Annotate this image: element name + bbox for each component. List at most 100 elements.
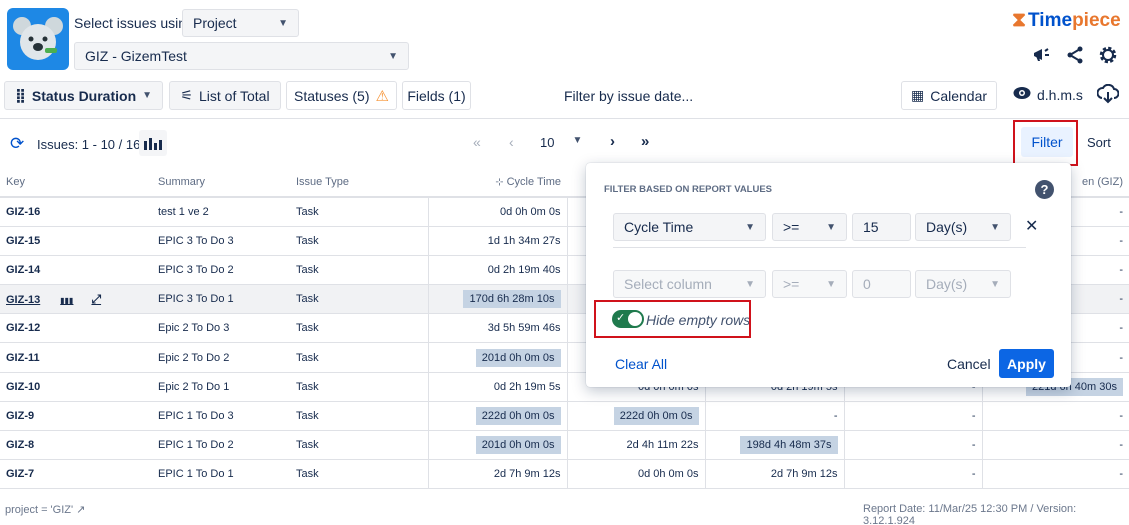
next-page-icon[interactable]: ›	[610, 133, 615, 150]
gear-icon[interactable]	[1097, 44, 1119, 66]
page-size-select[interactable]: 10 ▼	[540, 135, 582, 150]
table-row[interactable]: GIZ-9 EPIC 1 To Do 3 Task 222d 0h 0m 0s 222d…	[0, 401, 1129, 432]
issue-type-text: Task	[296, 234, 319, 247]
cycle-time-cell: 2d 7h 9m 12s	[427, 459, 567, 490]
status-2-cell-text: 2d 4h 11m 22s	[626, 439, 699, 452]
status-3-cell: 2d 7h 9m 12s	[704, 459, 844, 490]
announcement-icon[interactable]	[1031, 45, 1051, 65]
cancel-button[interactable]: Cancel	[947, 356, 991, 372]
jql-footer[interactable]: project = 'GIZ' ↗	[5, 503, 85, 516]
issue-key[interactable]: GIZ-14	[0, 255, 152, 286]
chevron-down-icon: ▼	[990, 278, 1000, 290]
sliders-icon: ⚟	[180, 87, 193, 103]
table-row[interactable]: GIZ-7 EPIC 1 To Do 1 Task 2d 7h 9m 12s 0d 0h…	[0, 459, 1129, 490]
status-5-cell: -	[981, 459, 1129, 490]
status-5-cell: -	[981, 430, 1129, 461]
status-4-cell-text: -	[971, 409, 976, 422]
status-5-cell-text: -	[1119, 263, 1123, 276]
time-format-toggle[interactable]: d.h.m.s	[1013, 86, 1083, 103]
chevron-down-icon: ▼	[278, 17, 288, 29]
cycle-time-cell-text: 0d 2h 19m 40s	[487, 263, 561, 276]
issue-type-text: Task	[296, 351, 319, 364]
app-logo	[7, 8, 69, 70]
status-3-cell-text: 198d 4h 48m 37s	[740, 436, 838, 455]
sort-button[interactable]: Sort	[1087, 135, 1111, 150]
cycle-time-cell: 1d 1h 34m 27s	[427, 226, 567, 256]
issue-type: Task	[290, 197, 428, 227]
col-cycle-time[interactable]: ⊹ Cycle Time	[428, 167, 567, 198]
status-3-cell-text: 2d 7h 9m 12s	[770, 468, 838, 481]
filter-unit-select[interactable]: Day(s) ▼	[915, 213, 1011, 241]
issue-key[interactable]: GIZ-13 ▮▮▮ ⤢	[0, 284, 152, 315]
cycle-time-cell-text: 3d 5h 59m 46s	[487, 322, 561, 335]
issues-count: Issues: 1 - 10 / 16	[37, 137, 141, 152]
issue-key[interactable]: GIZ-9	[0, 401, 152, 432]
new-filter-operator-select[interactable]: >= ▼	[772, 270, 847, 298]
filter-value-input[interactable]: 15	[852, 213, 911, 241]
last-page-icon[interactable]: »	[641, 133, 649, 150]
issue-type: Task	[290, 401, 428, 432]
issue-type: Task	[290, 313, 428, 344]
issue-key[interactable]: GIZ-7	[0, 459, 152, 490]
chart-toggle-icon[interactable]	[139, 130, 167, 156]
help-icon[interactable]: ?	[1035, 180, 1054, 199]
new-filter-value-placeholder: 0	[863, 276, 871, 292]
issue-key[interactable]: GIZ-15	[0, 226, 152, 256]
status-5-cell-text: -	[1119, 468, 1123, 481]
issue-type: Task	[290, 284, 428, 315]
list-of-total-button[interactable]: ⚟ List of Total	[169, 81, 281, 110]
status-4-cell: -	[843, 459, 982, 490]
issue-key[interactable]: GIZ-16	[0, 197, 152, 227]
col-cycle-time-label: Cycle Time	[506, 175, 561, 188]
chevron-down-icon: ▼	[745, 278, 755, 290]
fields-button[interactable]: Fields (1)	[402, 81, 471, 110]
col-summary[interactable]: Summary	[152, 167, 290, 198]
filter-highlight	[1013, 120, 1078, 166]
new-filter-column-select[interactable]: Select column ▼	[613, 270, 766, 298]
issue-type: Task	[290, 430, 428, 461]
share-icon[interactable]	[1065, 45, 1085, 65]
issue-summary: EPIC 3 To Do 3	[152, 226, 290, 256]
view-select[interactable]: ⣿ Status Duration ▼	[4, 81, 163, 110]
source-select[interactable]: Project ▼	[182, 9, 299, 37]
cycle-time-cell-text: 0d 2h 19m 5s	[493, 380, 561, 393]
hourglass-icon: ⧗	[1012, 9, 1027, 31]
issue-summary: test 1 ve 2	[152, 197, 290, 227]
cycle-time-cell: 0d 2h 19m 5s	[427, 372, 567, 402]
prev-page-icon[interactable]: ‹	[509, 134, 514, 150]
issue-summary: EPIC 3 To Do 2	[152, 255, 290, 286]
cycle-time-cell: 222d 0h 0m 0s	[427, 401, 567, 432]
issue-type: Task	[290, 226, 428, 256]
issue-type-text: Task	[296, 409, 319, 422]
issue-key[interactable]: GIZ-12	[0, 313, 152, 344]
cycle-time-cell: 201d 0h 0m 0s	[427, 342, 567, 373]
apply-button[interactable]: Apply	[999, 349, 1054, 378]
issue-key[interactable]: GIZ-10	[0, 372, 152, 402]
issue-key[interactable]: GIZ-11	[0, 342, 152, 373]
calendar-button[interactable]: ▦ Calendar	[901, 81, 997, 110]
status-2-cell: 0d 0h 0m 0s	[566, 459, 705, 490]
new-filter-value-input[interactable]: 0	[852, 270, 911, 298]
cycle-time-cell: 0d 0h 0m 0s	[427, 197, 567, 227]
clear-all-button[interactable]: Clear All	[615, 356, 667, 372]
first-page-icon[interactable]: «	[473, 134, 481, 150]
col-issue-type[interactable]: Issue Type	[290, 167, 428, 198]
project-select[interactable]: GIZ - GizemTest ▼	[74, 42, 409, 70]
filter-column-select[interactable]: Cycle Time ▼	[613, 213, 766, 241]
chart-icon[interactable]: ▮▮▮	[60, 296, 73, 305]
issue-type-text: Task	[296, 263, 319, 276]
expand-icon[interactable]: ⤢	[91, 292, 101, 306]
chevron-down-icon: ▼	[142, 90, 153, 101]
col-key[interactable]: Key	[0, 167, 152, 198]
statuses-button[interactable]: Statuses (5) ⚠	[286, 81, 397, 110]
issue-summary-text: EPIC 1 To Do 1	[158, 468, 234, 481]
table-row[interactable]: GIZ-8 EPIC 1 To Do 2 Task 201d 0h 0m 0s 2d 4…	[0, 430, 1129, 461]
refresh-icon[interactable]: ⟳	[10, 134, 24, 154]
cloud-download-icon[interactable]	[1096, 83, 1120, 106]
new-filter-unit-select[interactable]: Day(s) ▼	[915, 270, 1011, 298]
filter-by-date-link[interactable]: Filter by issue date...	[564, 88, 693, 104]
status-5-cell: -	[981, 401, 1129, 432]
remove-filter-icon[interactable]: ✕	[1025, 216, 1038, 236]
issue-key[interactable]: GIZ-8	[0, 430, 152, 461]
filter-operator-select[interactable]: >= ▼	[772, 213, 847, 241]
